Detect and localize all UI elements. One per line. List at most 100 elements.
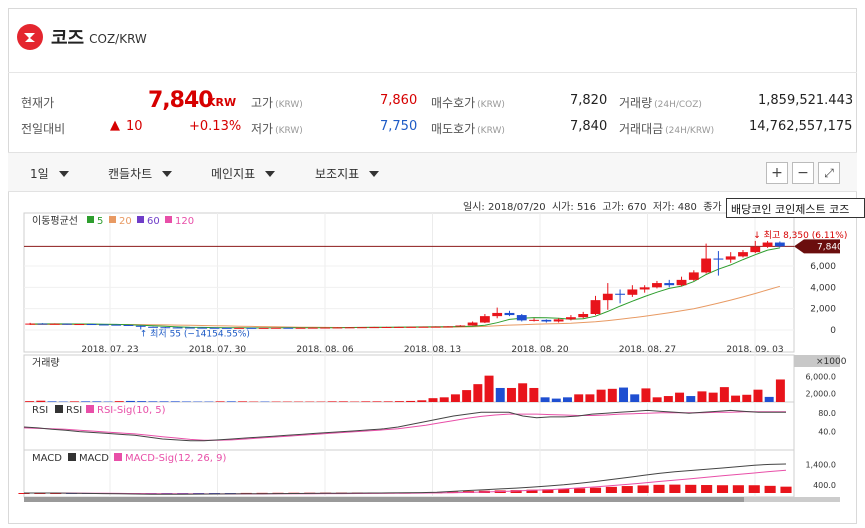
volume-bar (338, 401, 348, 402)
volume-bar (114, 401, 124, 402)
candle-body (86, 324, 97, 326)
candle-body (185, 327, 195, 329)
x-axis: 2018. 07. 23 2018. 07. 30 2018. 08. 06 2018… (81, 345, 783, 355)
macd-swatch (68, 453, 76, 461)
low-annotation: ↑ 최저 55 (−14154.55%) (140, 328, 250, 339)
volume-bar (137, 401, 147, 402)
rsi-y-tick: 80.0 (818, 409, 836, 418)
price-chart[interactable]: 이동평균선 5 20 60 120 6,000 4,000 2,000 0 7,840… (0, 0, 865, 528)
candle-body (258, 327, 269, 329)
x-tick-label: 2018. 08. 13 (404, 345, 461, 355)
volume-bar (675, 392, 685, 402)
macd-hist-bar (701, 485, 713, 493)
ma20-legend: 20 (119, 216, 132, 227)
y-tick-label: 0 (830, 326, 836, 336)
macd-y-axis: 1,400.0 400.0 (805, 460, 836, 489)
candle-body (430, 326, 441, 328)
volume-bar (394, 401, 404, 402)
candle-body (492, 312, 503, 317)
volume-bar (182, 401, 191, 402)
candle-body (750, 246, 761, 253)
volume-bar (619, 387, 628, 402)
rsi-legend: RSI RSI RSI-Sig(10, 5) (32, 405, 166, 416)
candle-body (701, 258, 712, 273)
candle-body (443, 326, 453, 328)
volume-bar (753, 389, 763, 402)
candle-body (762, 242, 773, 247)
volume-y-tick: 2,000.0 (805, 390, 836, 399)
macd-hist-bar (637, 485, 649, 493)
macd-y-tick: 1,400.0 (805, 460, 836, 469)
high-annotation: ↓ 최고 8,350 (6.11%) (753, 230, 847, 241)
candle-body (74, 324, 85, 326)
candle-body (62, 323, 72, 325)
macd-y-tick: 400.0 (813, 481, 836, 490)
volume-bar (439, 397, 449, 402)
x-tick-label: 2018. 07. 23 (81, 345, 138, 355)
volume-bar (641, 388, 651, 402)
volume-bar (731, 395, 741, 402)
candle-body (406, 326, 417, 328)
volume-bar (484, 375, 494, 402)
volume-bar (563, 397, 572, 402)
volume-bar (81, 401, 91, 402)
volume-bar (69, 401, 79, 402)
volume-bar (215, 401, 225, 402)
macd-legend-macd: MACD (79, 453, 109, 464)
volume-bar (630, 394, 640, 402)
volume-bar (473, 384, 483, 402)
volume-bar (47, 401, 57, 402)
volume-bar (540, 397, 550, 402)
rsi-y-tick: 40.0 (818, 428, 836, 437)
candle-body (529, 319, 539, 321)
candle-body (172, 327, 183, 329)
volume-y-tick: 6,000.0 (805, 373, 836, 382)
ma5-swatch (87, 216, 94, 223)
volume-unit-label: ×1000 (816, 357, 847, 367)
candle-body (295, 327, 306, 329)
volume-bar (450, 394, 460, 402)
y-tick-label: 4,000 (810, 283, 836, 293)
volume-bar (406, 400, 416, 402)
candle-body (357, 327, 367, 329)
macd-hist-bar (574, 488, 586, 493)
volume-bar (36, 400, 46, 402)
candle-body (639, 287, 650, 290)
candle-body (738, 252, 748, 257)
ma5-legend: 5 (97, 216, 103, 227)
candle-body (553, 319, 564, 322)
volume-bar (518, 383, 528, 402)
x-tick-label: 2018. 08. 20 (511, 345, 569, 355)
volume-bars (25, 375, 785, 402)
macd-hist-bar (653, 484, 665, 493)
macd-legend: MACD MACD MACD-Sig(12, 26, 9) (32, 453, 226, 464)
candle-body (393, 326, 404, 328)
volume-bar (652, 397, 662, 402)
x-tick-label: 2018. 08. 06 (296, 345, 354, 355)
macd-hist-bar (716, 485, 729, 493)
candle-body (566, 317, 576, 320)
candle-body (111, 324, 122, 326)
volume-bar (697, 391, 707, 402)
volume-bar (428, 398, 438, 402)
volume-bar (775, 379, 785, 402)
ma-legend-title: 이동평균선 (32, 215, 78, 227)
ma120-swatch (165, 216, 172, 223)
candle-body (627, 289, 638, 295)
ma120-legend: 120 (175, 216, 194, 227)
candle-body (467, 322, 478, 326)
volume-bar (327, 401, 337, 402)
volume-bar (719, 387, 729, 402)
ma60-legend: 60 (147, 216, 160, 227)
candle-body (332, 327, 343, 329)
candle-body (320, 327, 331, 329)
candle-body (713, 258, 724, 260)
volume-bar (125, 400, 135, 402)
candle-body (455, 325, 466, 327)
chart-scrollbar-thumb[interactable] (24, 497, 744, 502)
volume-bar (226, 401, 236, 402)
ma5-line (30, 247, 780, 329)
candle-body (578, 314, 589, 318)
candle-body (590, 300, 601, 314)
candle-body (148, 326, 158, 328)
